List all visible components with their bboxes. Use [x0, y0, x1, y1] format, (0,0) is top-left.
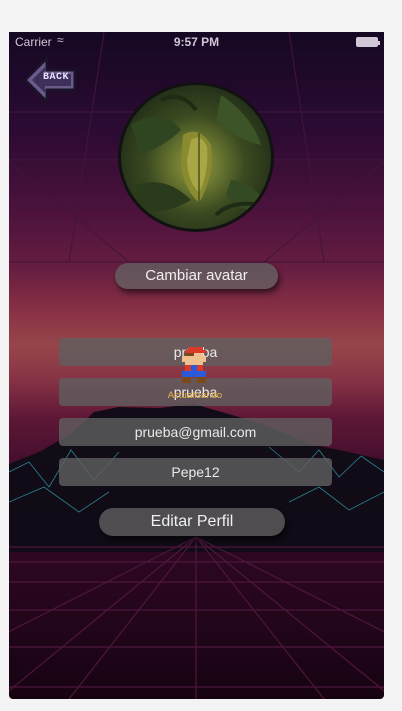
status-time: 9:57 PM — [173, 35, 220, 49]
back-button[interactable]: BACK — [23, 54, 79, 106]
edit-profile-button[interactable]: Editar Perfil — [99, 508, 285, 536]
surname-field[interactable]: prueba — [59, 378, 332, 406]
username-field[interactable]: Pepe12 — [59, 458, 332, 486]
battery-icon — [356, 37, 380, 47]
email-field[interactable]: prueba@gmail.com — [59, 418, 332, 446]
name-field[interactable]: prueba — [59, 338, 332, 366]
profile-screen: Carrier ≈ 9:57 PM BACK Cambiar avatar pr… — [9, 32, 384, 699]
avatar-image — [131, 94, 271, 217]
status-bar: Carrier ≈ 9:57 PM — [9, 32, 384, 52]
back-label: BACK — [43, 72, 70, 83]
avatar[interactable] — [118, 82, 274, 232]
change-avatar-button[interactable]: Cambiar avatar — [115, 263, 278, 289]
